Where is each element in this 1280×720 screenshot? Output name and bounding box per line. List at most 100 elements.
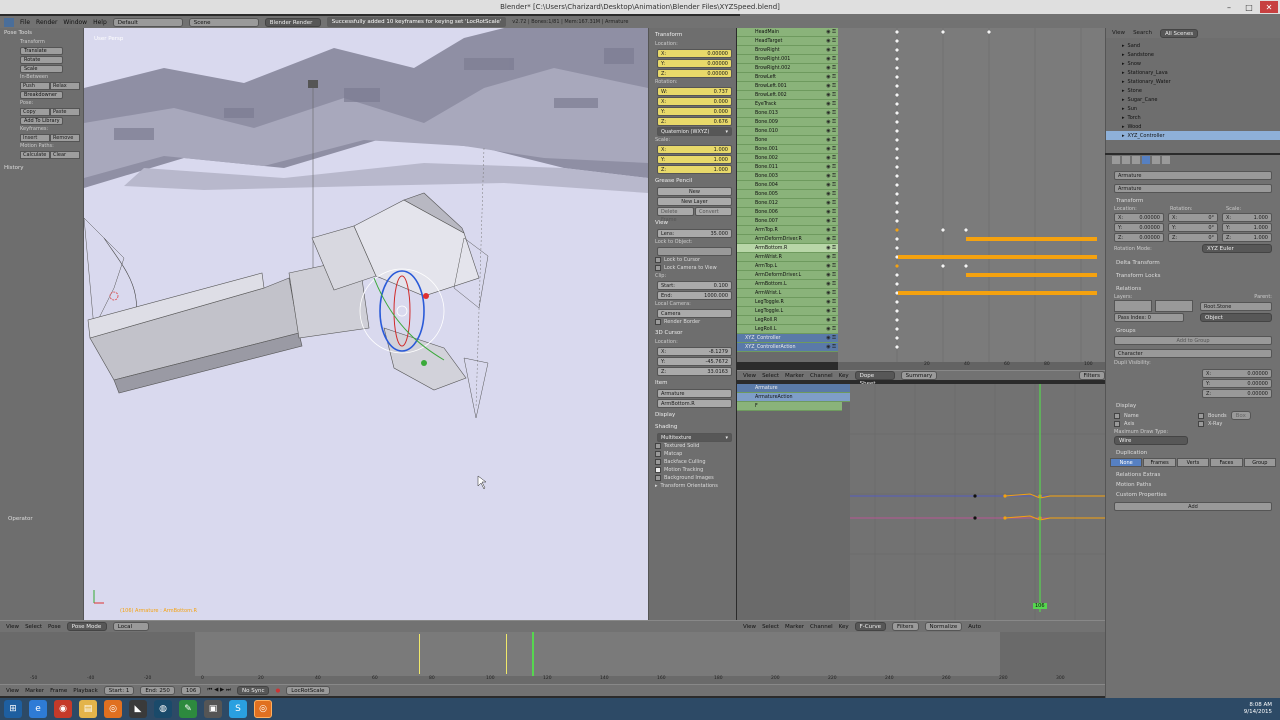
channel-lock-icon[interactable]: ◉ ⚿	[826, 299, 836, 305]
dopesheet-channel[interactable]: LegToggle.R ◉ ⚿	[737, 298, 838, 307]
ds-filters-button[interactable]: Filters	[1078, 371, 1105, 380]
keyframe-diamond[interactable]	[895, 309, 899, 313]
dopesheet-channel[interactable]: XYZ_Controller ◉ ⚿	[737, 334, 838, 343]
groups-header[interactable]: Groups	[1106, 326, 1280, 336]
dopesheet-channel[interactable]: Bone ◉ ⚿	[737, 136, 838, 145]
shading-mode-select[interactable]: Multitexture ▾	[657, 433, 732, 442]
channel-lock-icon[interactable]: ◉ ⚿	[826, 344, 836, 350]
dopesheet-channel[interactable]: HeadTarget ◉ ⚿	[737, 37, 838, 46]
scale-x-field[interactable]: X: 1.000	[657, 145, 732, 154]
insert-keyframe-button[interactable]: Insert	[20, 134, 50, 142]
channel-lock-icon[interactable]: ◉ ⚿	[826, 173, 836, 179]
display-bounds-check[interactable]: Bounds	[1208, 413, 1227, 419]
grease-new-button[interactable]: New	[657, 187, 732, 196]
dopesheet-channel[interactable]: Bone.006 ◉ ⚿	[737, 208, 838, 217]
graph-channel-armature[interactable]: Armature	[737, 384, 850, 393]
channel-lock-icon[interactable]: ◉ ⚿	[826, 335, 836, 341]
custom-properties-header[interactable]: Custom Properties	[1106, 490, 1280, 500]
rotation-x-field[interactable]: X: 0.000	[657, 97, 732, 106]
keyframe-diamond[interactable]	[895, 183, 899, 187]
keyframe-diamond[interactable]	[964, 264, 968, 268]
minimize-icon[interactable]: –	[1220, 1, 1238, 13]
channel-lock-icon[interactable]: ◉ ⚿	[826, 272, 836, 278]
layers-grid[interactable]	[1155, 300, 1193, 312]
dopesheet-channel[interactable]: Bone.013 ◉ ⚿	[737, 109, 838, 118]
channel-lock-icon[interactable]: ◉ ⚿	[826, 110, 836, 116]
dupli-offset-x-field[interactable]: X: 0.00000	[1202, 369, 1272, 378]
outliner-search-menu[interactable]: Search	[1133, 30, 1152, 36]
tool-shelf-title[interactable]: Pose Tools	[0, 28, 83, 38]
outliner-item[interactable]: ▸ Sugar_Cane	[1106, 95, 1280, 104]
keyframe-diamond[interactable]	[895, 138, 899, 142]
keyframe-diamond[interactable]	[895, 111, 899, 115]
channel-lock-icon[interactable]: ◉ ⚿	[826, 236, 836, 242]
dopesheet-channel[interactable]: Bone.010 ◉ ⚿	[737, 127, 838, 136]
record-icon[interactable]: ●	[275, 688, 280, 694]
grease-pencil-header[interactable]: Grease Pencil	[649, 176, 736, 186]
render-engine-select[interactable]: Blender Render	[264, 17, 321, 27]
clear-paths-button[interactable]: Clear	[50, 151, 80, 159]
graph-channel-action[interactable]: ArmatureAction	[737, 393, 850, 402]
cursor-y-field[interactable]: Y: -45.7672	[657, 357, 732, 366]
skype-icon[interactable]: S	[229, 700, 247, 718]
channel-lock-icon[interactable]: ◉ ⚿	[826, 74, 836, 80]
3d-viewport[interactable]: User Persp (106) Armature : ArmBottom.R	[84, 28, 648, 620]
tl-view-menu[interactable]: View	[6, 688, 19, 694]
expand-icon[interactable]: ▸	[1122, 88, 1125, 94]
backface-culling-check[interactable]: Backface Culling	[649, 458, 736, 466]
dopesheet-channel[interactable]: Bone.002 ◉ ⚿	[737, 154, 838, 163]
channel-lock-icon[interactable]: ◉ ⚿	[826, 290, 836, 296]
channel-lock-icon[interactable]: ◉ ⚿	[826, 254, 836, 260]
dopesheet-channel[interactable]: EyeTrack ◉ ⚿	[737, 100, 838, 109]
cursor-x-field[interactable]: X: -8.1279	[657, 347, 732, 356]
keyframe-diamond[interactable]	[895, 345, 899, 349]
props-rot-x-field[interactable]: X: 0°	[1168, 213, 1218, 222]
props-loc-y-field[interactable]: Y: 0.00000	[1114, 223, 1164, 232]
props-rotation-mode-select[interactable]: XYZ Euler	[1202, 244, 1272, 253]
chrome-icon[interactable]: ◉	[54, 700, 72, 718]
keyframe-diamond[interactable]	[895, 210, 899, 214]
channel-lock-icon[interactable]: ◉ ⚿	[826, 83, 836, 89]
outliner-item[interactable]: ▸ Stone	[1106, 86, 1280, 95]
keyframe-diamond[interactable]	[895, 75, 899, 79]
dopesheet-channel[interactable]: BrowLeft.001 ◉ ⚿	[737, 82, 838, 91]
transform-locks-header[interactable]: Transform Locks	[1106, 271, 1280, 281]
duplication-tab[interactable]: None	[1110, 458, 1143, 467]
duplication-tab[interactable]: Faces	[1210, 458, 1243, 467]
expand-icon[interactable]: ▸	[1122, 79, 1125, 85]
channel-lock-icon[interactable]: ◉ ⚿	[826, 56, 836, 62]
channel-lock-icon[interactable]: ◉ ⚿	[826, 209, 836, 215]
start-frame-field[interactable]: Start: 1	[103, 686, 135, 695]
menu-help[interactable]: Help	[93, 19, 107, 26]
dopesheet-channel[interactable]: XYZ_ControllerAction ◉ ⚿	[737, 343, 838, 352]
view-header[interactable]: View	[649, 218, 736, 228]
add-property-button[interactable]: Add	[1114, 502, 1272, 511]
channel-lock-icon[interactable]: ◉ ⚿	[826, 263, 836, 269]
keyframe-diamond[interactable]	[895, 129, 899, 133]
blender-active-icon[interactable]: ◎	[254, 700, 272, 718]
keyframe-diamond[interactable]	[895, 237, 899, 241]
layers-grid[interactable]	[1114, 300, 1152, 312]
location-y-field[interactable]: Y: 0.00000	[657, 59, 732, 68]
menu-file[interactable]: File	[20, 19, 30, 26]
expand-icon[interactable]: ▸	[1122, 52, 1125, 58]
grease-new-layer-button[interactable]: New Layer	[657, 197, 732, 206]
scene-select[interactable]: Scene	[188, 17, 259, 27]
item-object-field[interactable]: Armature	[657, 389, 732, 398]
expand-icon[interactable]: ▸	[1122, 43, 1125, 49]
keyframe-diamond[interactable]	[895, 66, 899, 70]
channel-lock-icon[interactable]: ◉ ⚿	[826, 47, 836, 53]
dupli-offset-y-field[interactable]: Y: 0.00000	[1202, 379, 1272, 388]
keyframe-diamond[interactable]	[895, 93, 899, 97]
dopesheet-channel[interactable]: ArmBottom.R ◉ ⚿	[737, 244, 838, 253]
pen-icon[interactable]: ✎	[179, 700, 197, 718]
keyframe-diamond[interactable]	[895, 57, 899, 61]
add-to-group-button[interactable]: Add to Group	[1114, 336, 1272, 345]
keyframe-hold-bar[interactable]	[898, 255, 1097, 259]
keyframe-hold-bar[interactable]	[966, 237, 1097, 241]
outliner-item[interactable]: ▸ Torch	[1106, 113, 1280, 122]
copy-pose-button[interactable]: Copy	[20, 108, 50, 116]
group-name-field[interactable]: Character	[1114, 349, 1272, 358]
channel-lock-icon[interactable]: ◉ ⚿	[826, 38, 836, 44]
display-xray-check[interactable]: X-Ray	[1208, 421, 1222, 427]
